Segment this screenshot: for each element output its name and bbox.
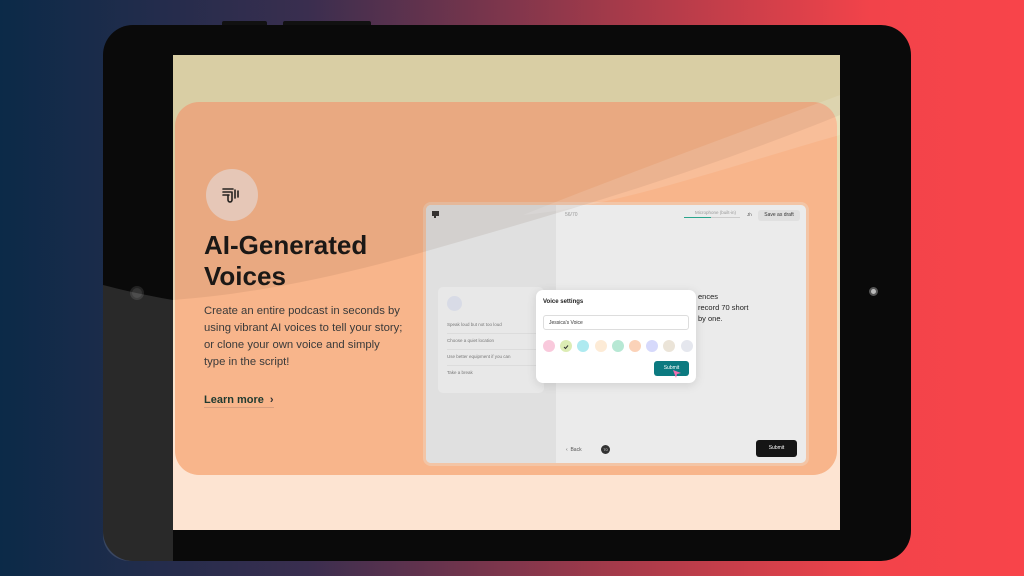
submit-button[interactable]: Submit: [756, 440, 797, 457]
feature-card: AI-Generated Voices Create an entire pod…: [175, 102, 837, 475]
microphone-select[interactable]: Microphone (built-in): [695, 210, 736, 215]
tip-item: Take a break: [447, 370, 473, 375]
voice-name-input[interactable]: [543, 315, 689, 330]
tips-card: Speak loud but not too loud Choose a qui…: [438, 287, 544, 393]
lightbulb-icon: [447, 296, 462, 311]
tablet-screen: AI-Generated Voices Create an entire pod…: [173, 55, 840, 530]
color-swatch[interactable]: [577, 340, 590, 352]
avatar[interactable]: Jh: [747, 212, 752, 217]
color-swatch[interactable]: [680, 340, 693, 352]
modal-title: Voice settings: [543, 299, 584, 305]
app-screenshot: Speak loud but not too loud Choose a qui…: [423, 202, 809, 466]
learn-more-link[interactable]: Learn more ›: [204, 394, 274, 408]
chevron-right-icon: ›: [269, 394, 274, 406]
modal-submit-button[interactable]: Submit: [654, 361, 689, 376]
count-badge: 70: [601, 445, 610, 454]
color-swatch[interactable]: [646, 340, 659, 352]
color-swatch[interactable]: [629, 340, 641, 352]
tip-item: Choose a quiet location: [447, 338, 495, 343]
tip-item: Speak loud but not too loud: [447, 322, 502, 327]
voice-wave-icon: [222, 188, 239, 203]
check-icon: [563, 345, 569, 350]
voice-settings-modal: Voice settings Submit: [536, 290, 696, 383]
feature-description: Create an entire podcast in seconds by u…: [204, 305, 403, 368]
sensor: [869, 287, 878, 296]
learn-more-label: Learn more: [204, 394, 264, 406]
color-swatch[interactable]: [560, 340, 573, 352]
tip-item: Use better equipment if you can: [447, 354, 511, 359]
back-button[interactable]: ‹ Back: [566, 447, 582, 453]
color-swatch[interactable]: [594, 340, 607, 352]
feature-title: AI-Generated Voices: [204, 230, 368, 291]
color-swatch[interactable]: [611, 340, 624, 352]
progress-counter: 56/70: [565, 212, 578, 218]
feature-icon-circle: [206, 169, 258, 221]
color-swatch[interactable]: [663, 340, 676, 352]
mic-level: [684, 217, 740, 218]
save-draft-button[interactable]: Save as draft: [758, 210, 800, 221]
cursor-icon: [673, 370, 681, 378]
color-swatch[interactable]: [543, 340, 555, 352]
instruction-text: ences record 70 short by one.: [698, 292, 749, 323]
camera: [130, 286, 144, 300]
app-logo-icon: [432, 211, 439, 218]
